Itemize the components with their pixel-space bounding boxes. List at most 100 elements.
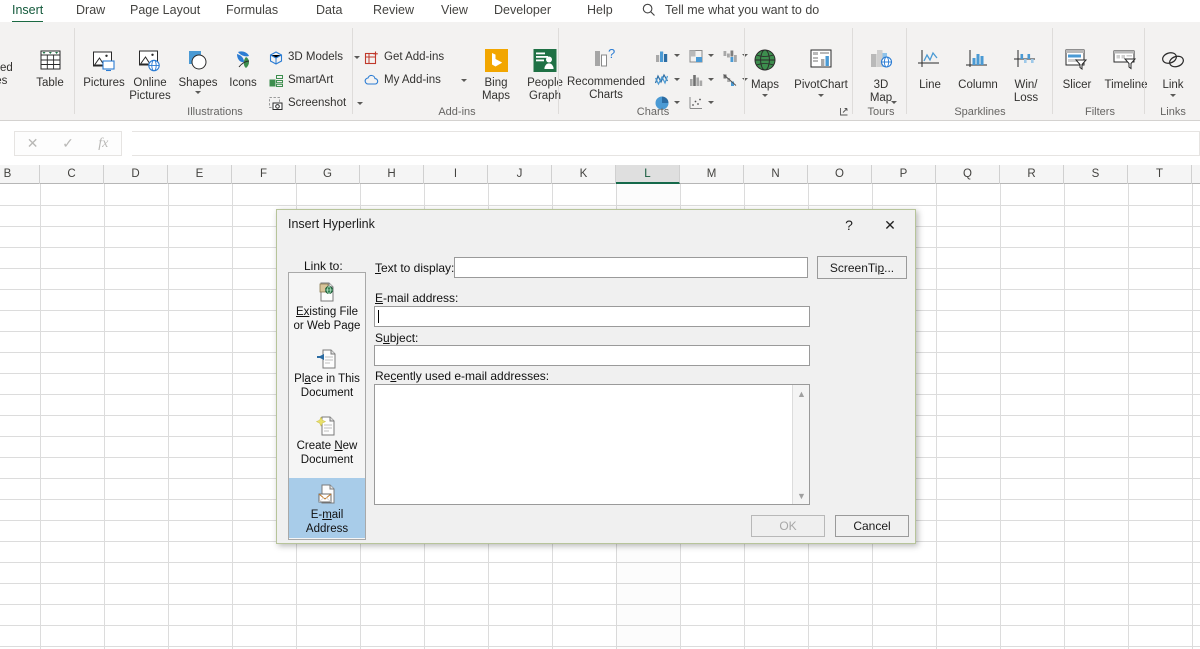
grid-row-line: [0, 604, 1200, 605]
subject-input[interactable]: [374, 345, 810, 366]
email-address-input[interactable]: [374, 306, 810, 327]
sparkline-line-button[interactable]: Line: [906, 47, 954, 92]
line-chart-dropdown[interactable]: [654, 72, 680, 93]
column-chart-chevron-down-icon[interactable]: [674, 54, 680, 57]
column-header-q[interactable]: Q: [936, 165, 1000, 184]
column-header-f[interactable]: F: [232, 165, 296, 184]
statistic-chart-chevron-down-icon[interactable]: [708, 78, 714, 81]
link-chevron-down-icon[interactable]: [1170, 94, 1176, 97]
hierarchy-chart-dropdown[interactable]: [688, 48, 714, 69]
sparkline-winloss-button[interactable]: Win/ Loss: [1002, 47, 1050, 105]
hierarchy-chart-chevron-down-icon[interactable]: [708, 54, 714, 57]
pivotchart-button[interactable]: PivotChart: [788, 47, 854, 97]
help-icon[interactable]: ?: [838, 215, 860, 237]
link-to-place-in-document[interactable]: Place in This Document: [289, 348, 365, 400]
column-header-d[interactable]: D: [104, 165, 168, 184]
sparkline-column-button[interactable]: Column: [950, 47, 1006, 92]
shapes-chevron-down-icon[interactable]: [195, 91, 201, 94]
my-addins-label: My Add-ins: [384, 74, 441, 86]
column-header-m[interactable]: M: [680, 165, 744, 184]
tab-draw[interactable]: Draw: [72, 0, 109, 22]
column-header-c[interactable]: C: [40, 165, 104, 184]
column-header-s[interactable]: S: [1064, 165, 1128, 184]
tab-review[interactable]: Review: [369, 0, 418, 22]
charts-group-label: Charts: [636, 106, 670, 118]
column-header-k[interactable]: K: [552, 165, 616, 184]
column-header-h[interactable]: H: [360, 165, 424, 184]
link-to-list[interactable]: Existing File or Web Page Place in This …: [288, 272, 366, 540]
line-chart-chevron-down-icon[interactable]: [674, 78, 680, 81]
enter-formula-icon[interactable]: ✓: [50, 132, 85, 155]
insert-function-icon[interactable]: fx: [86, 132, 121, 155]
pivotchart-chevron-down-icon[interactable]: [818, 94, 824, 97]
close-icon[interactable]: ✕: [878, 215, 902, 237]
online-pictures-button[interactable]: Online Pictures: [124, 47, 176, 103]
my-addins-chevron-down-icon[interactable]: [461, 79, 467, 82]
tab-view[interactable]: View: [437, 0, 472, 22]
sparkline-winloss-icon: [1014, 50, 1035, 67]
icons-button[interactable]: Icons: [220, 47, 266, 90]
table-button[interactable]: Table: [24, 47, 76, 90]
column-header-i[interactable]: I: [424, 165, 488, 184]
tab-data[interactable]: Data: [312, 0, 346, 22]
column-header-r[interactable]: R: [1000, 165, 1064, 184]
charts-dialog-launcher-icon[interactable]: [840, 107, 849, 116]
screentip-button[interactable]: ScreenTip...: [817, 256, 907, 279]
smartart-label: SmartArt: [288, 74, 334, 86]
shapes-button[interactable]: Shapes: [172, 47, 224, 94]
formula-input[interactable]: [132, 131, 1200, 156]
column-header-p[interactable]: P: [872, 165, 936, 184]
maps-button[interactable]: Maps: [740, 47, 790, 97]
combo-chart-dropdown[interactable]: [722, 72, 748, 93]
link-to-existing-file[interactable]: Existing File or Web Page: [289, 281, 365, 333]
waterfall-chart-dropdown[interactable]: [722, 48, 748, 69]
pie-chart-chevron-down-icon[interactable]: [674, 101, 680, 104]
tab-insert[interactable]: Insert: [8, 0, 47, 23]
sparklines-group-label: Sparklines: [954, 106, 1006, 118]
get-addins-button[interactable]: Get Add-ins: [364, 50, 474, 66]
link-to-email-address[interactable]: E-mail Address: [289, 478, 365, 538]
3d-models-button[interactable]: 3D Models: [268, 50, 360, 66]
smartart-button[interactable]: SmartArt: [268, 73, 354, 89]
3d-map-chevron-down-icon[interactable]: [891, 101, 897, 104]
column-header-j[interactable]: J: [488, 165, 552, 184]
email-address-icon: [318, 484, 335, 504]
column-header-e[interactable]: E: [168, 165, 232, 184]
column-chart-dropdown[interactable]: [654, 48, 680, 69]
column-header-b[interactable]: B: [0, 165, 40, 184]
list-scrollbar[interactable]: ▲ ▼: [792, 385, 809, 504]
scatter-chart-chevron-down-icon[interactable]: [708, 101, 714, 104]
tab-help[interactable]: Help: [583, 0, 617, 22]
cancel-button[interactable]: Cancel: [835, 515, 909, 537]
text-to-display-input[interactable]: [454, 257, 808, 278]
3d-map-button[interactable]: 3D Map: [854, 47, 908, 105]
column-header-o[interactable]: O: [808, 165, 872, 184]
create-new-document-icon: [316, 416, 335, 436]
tab-formulas[interactable]: Formulas: [222, 0, 282, 22]
tab-page-layout[interactable]: Page Layout: [126, 0, 204, 22]
link-button[interactable]: Link: [1146, 47, 1200, 97]
cancel-formula-icon[interactable]: ✕: [15, 132, 50, 155]
bing-maps-button[interactable]: Bing Maps: [472, 47, 520, 103]
waterfall-chart-icon: [723, 50, 737, 62]
column-header-g[interactable]: G: [296, 165, 360, 184]
column-header-l[interactable]: L: [616, 165, 680, 184]
maps-chevron-down-icon[interactable]: [762, 94, 768, 97]
scroll-up-icon[interactable]: ▲: [793, 385, 810, 402]
ok-button[interactable]: OK: [751, 515, 825, 537]
tab-developer[interactable]: Developer: [490, 0, 555, 22]
recommended-charts-button[interactable]: ? Recommended Charts: [560, 44, 652, 102]
link-to-existing-file-label-1: Existing File: [296, 306, 358, 318]
slicer-button[interactable]: Slicer: [1054, 47, 1100, 92]
statistic-chart-dropdown[interactable]: [688, 72, 714, 93]
grid-column-line: [168, 184, 169, 649]
my-addins-button[interactable]: My Add-ins: [364, 73, 474, 89]
column-header-n[interactable]: N: [744, 165, 808, 184]
recently-used-list[interactable]: ▲ ▼: [374, 384, 810, 505]
link-to-create-new-document[interactable]: Create New Document: [289, 415, 365, 467]
tell-me-box[interactable]: Tell me what you want to do: [665, 0, 819, 22]
link-to-email-label-1: E-mail: [310, 509, 344, 521]
scroll-down-icon[interactable]: ▼: [793, 487, 810, 504]
grid-column-line: [1128, 184, 1129, 649]
column-header-t[interactable]: T: [1128, 165, 1192, 184]
